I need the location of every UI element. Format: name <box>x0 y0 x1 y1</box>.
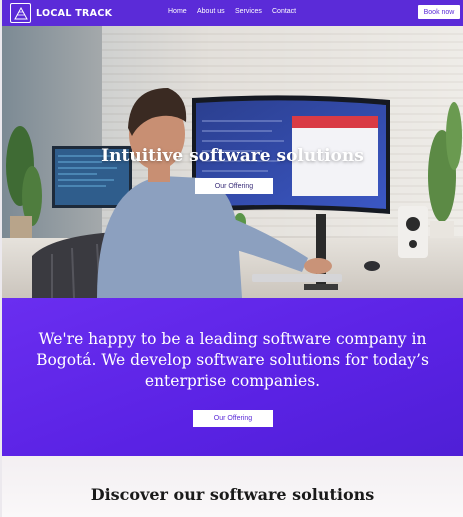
nav-about-us[interactable]: About us <box>197 8 225 15</box>
logo-text: LOCAL TRACK <box>36 7 113 19</box>
discover-title: Discover our software solutions <box>90 485 375 504</box>
logo[interactable]: LOCAL TRACK <box>10 3 112 23</box>
site-header: LOCAL TRACK Home About us Services Conta… <box>2 0 463 26</box>
book-now-button[interactable]: Book now <box>418 5 460 19</box>
nav-services[interactable]: Services <box>235 8 262 15</box>
intro-our-offering-button[interactable]: Our Offering <box>193 410 273 427</box>
nav-home[interactable]: Home <box>168 8 187 15</box>
hero-title: Intuitive software solutions <box>101 146 364 166</box>
intro-section: We're happy to be a leading software com… <box>2 298 463 456</box>
intro-text: We're happy to be a leading software com… <box>36 330 429 390</box>
hero-our-offering-button[interactable]: Our Offering <box>195 178 273 194</box>
hero-section: Intuitive software solutions Our Offerin… <box>2 26 463 298</box>
discover-section: Discover our software solutions <box>2 456 463 517</box>
triangle-logo-icon <box>10 3 31 23</box>
nav-contact[interactable]: Contact <box>272 8 296 15</box>
